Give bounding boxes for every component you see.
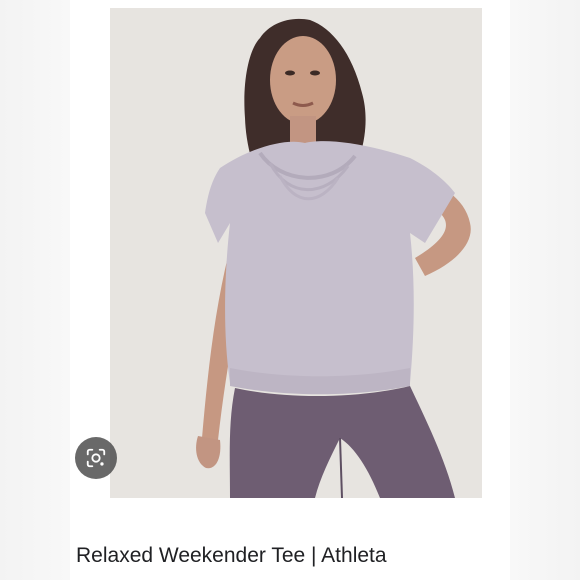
- visual-search-button[interactable]: [75, 437, 117, 479]
- image-title[interactable]: Relaxed Weekender Tee | Athleta: [76, 542, 516, 570]
- right-margin: [510, 0, 580, 580]
- visual-search-icon: [86, 448, 106, 468]
- product-photo[interactable]: [110, 8, 482, 498]
- image-card: Relaxed Weekender Tee | Athleta: [70, 0, 510, 580]
- left-margin: [0, 0, 70, 580]
- image-result-page: Relaxed Weekender Tee | Athleta: [0, 0, 580, 580]
- product-photo-illustration: [110, 8, 482, 498]
